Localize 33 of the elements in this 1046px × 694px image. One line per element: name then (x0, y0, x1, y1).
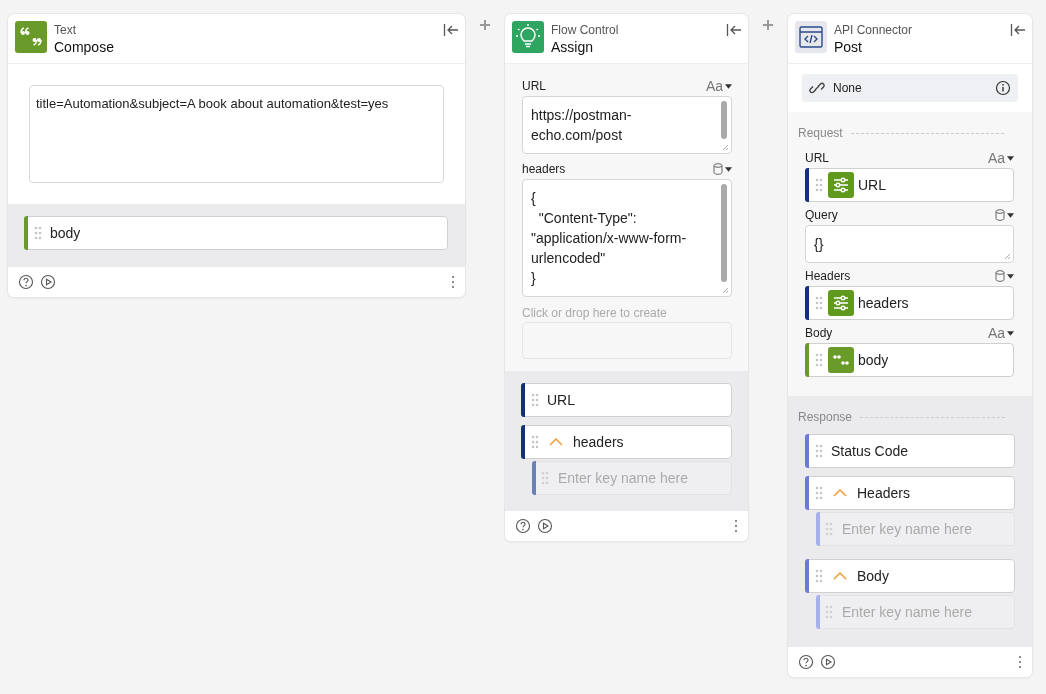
step-category: Flow Control (551, 23, 620, 38)
field-label: URL (805, 151, 829, 165)
step-title: Assign (551, 38, 595, 56)
variable-chip[interactable]: headers (805, 286, 1014, 320)
type-toggle[interactable]: Aa (705, 78, 723, 94)
variable-chip[interactable]: body (805, 343, 1014, 377)
connection-selector[interactable]: None (802, 74, 1018, 102)
section-heading: Response (798, 410, 853, 424)
field-label: URL (522, 79, 546, 93)
field-label: Body (805, 326, 833, 340)
section-heading: Request (798, 126, 843, 140)
type-toggle[interactable]: Aa (987, 325, 1005, 341)
step-title: Post (834, 38, 863, 56)
output-item[interactable]: Body (805, 559, 1015, 593)
step-category: API Connector (834, 23, 914, 38)
field-label: headers (522, 162, 566, 176)
value-field[interactable]: { "Content-Type": "application/x-www-form-urlencoded" } (522, 179, 732, 297)
connection-name: None (833, 81, 863, 95)
value-field[interactable]: https://postman-echo.com/post (522, 96, 732, 154)
drop-hint: Click or drop here to create (522, 306, 668, 320)
text-input[interactable]: title=Automation&subject=A book about automation&test=yes (29, 85, 444, 183)
variable-chip[interactable]: URL (805, 168, 1014, 202)
field-label: Headers (805, 269, 851, 283)
field-label: Query (805, 208, 838, 222)
output-item[interactable]: Headers (805, 476, 1015, 510)
type-toggle[interactable]: Aa (987, 150, 1005, 166)
output-item[interactable]: body (24, 216, 448, 250)
output-item[interactable]: Status Code (805, 434, 1015, 468)
value-field[interactable]: {} (805, 225, 1014, 263)
output-item[interactable]: headers (521, 425, 732, 459)
step-title: Compose (54, 38, 115, 56)
output-item[interactable]: URL (521, 383, 732, 417)
step-category: Text (54, 23, 77, 38)
